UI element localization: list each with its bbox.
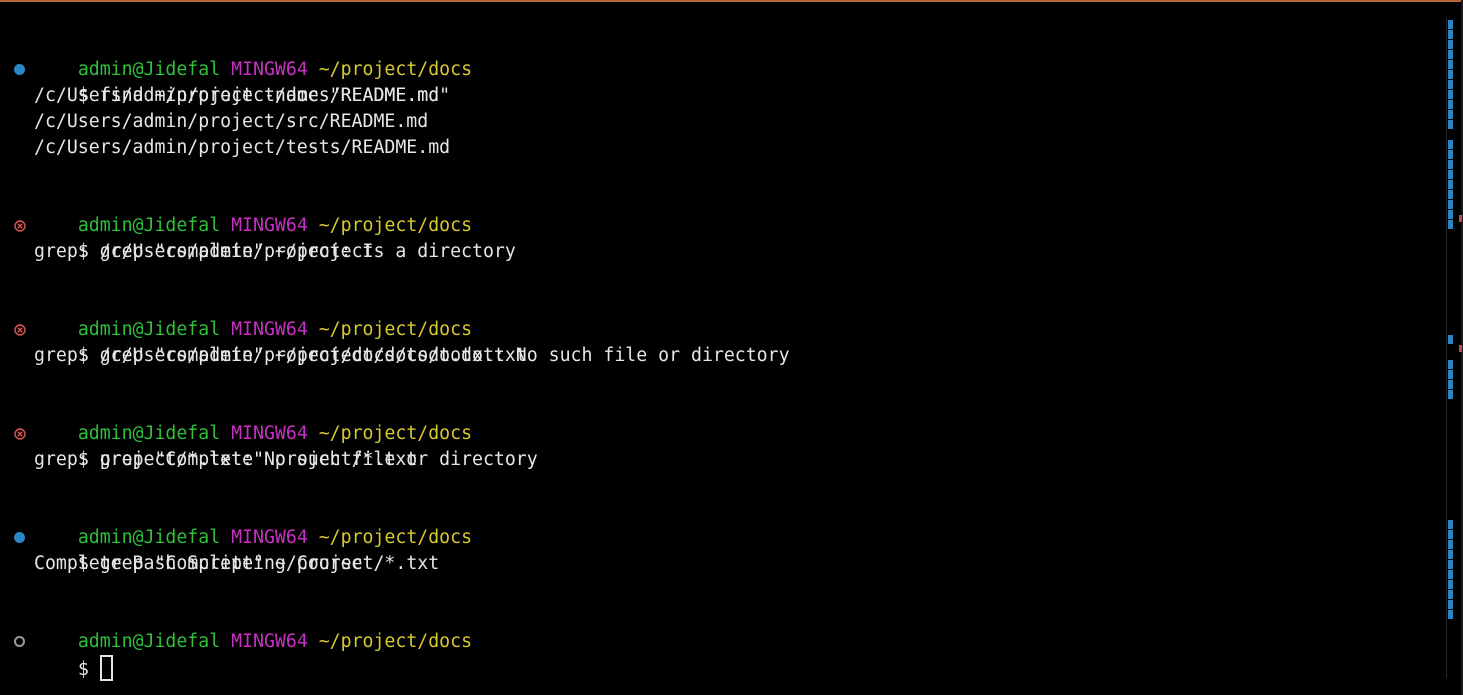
scrollbar-mark xyxy=(1448,335,1453,344)
command-line: $ grep "Complete" project/*.txt xyxy=(0,421,1445,470)
scrollbar-mark xyxy=(1448,100,1453,109)
output-line: /c/Users/admin/project/docs/README.md xyxy=(34,85,440,106)
scrollbar-mark xyxy=(1448,220,1453,229)
output-line: grep: /c/Users/admin/project: Is a direc… xyxy=(34,241,516,262)
scrollbar-mark xyxy=(1448,70,1453,79)
scrollbar-mark xyxy=(1448,600,1453,609)
output-line: /c/Users/admin/project/tests/README.md xyxy=(34,137,451,158)
command-error-marker-icon[interactable] xyxy=(14,324,26,336)
scrollbar-error-mark xyxy=(1459,215,1462,222)
scrollbar-mark xyxy=(1448,560,1453,569)
command-success-marker-icon[interactable] xyxy=(14,64,25,75)
scrollbar-mark xyxy=(1448,150,1453,159)
scrollbar-mark xyxy=(1448,170,1453,179)
scrollbar-mark xyxy=(1448,60,1453,69)
prompt-line: admin@Jidefal MINGW64 ~/project/docs xyxy=(0,31,1445,80)
output-line: grep: project/*.txt: No such file or dir… xyxy=(34,449,538,470)
terminal-output[interactable]: admin@Jidefal MINGW64 ~/project/docs $ f… xyxy=(0,31,1445,681)
scrollbar-mark xyxy=(1448,50,1453,59)
command-error-marker-icon[interactable] xyxy=(14,220,26,232)
scrollbar-mark xyxy=(1448,380,1453,389)
prompt-line: admin@Jidefal MINGW64 ~/project/docs xyxy=(0,499,1445,548)
scrollbar-mark xyxy=(1448,610,1453,619)
scrollbar-mark xyxy=(1448,90,1453,99)
scrollbar-mark xyxy=(1448,570,1453,579)
prompt-symbol: $ xyxy=(77,659,89,680)
scrollbar-mark xyxy=(1448,540,1453,549)
prompt-line: admin@Jidefal MINGW64 ~/project/docs xyxy=(0,291,1445,340)
scrollbar-mark xyxy=(1448,20,1453,29)
output-line: /c/Users/admin/project/src/README.md xyxy=(34,111,429,132)
scrollbar-mark xyxy=(1448,40,1453,49)
command-success-marker-icon[interactable] xyxy=(14,532,25,543)
command-line: $ find ~/project -name "README.md" xyxy=(0,57,1445,106)
prompt-line: admin@Jidefal MINGW64 ~/project/docs xyxy=(0,187,1445,236)
text-cursor xyxy=(99,655,113,681)
scrollbar-mark xyxy=(1448,80,1453,89)
scrollbar-mark xyxy=(1448,140,1453,149)
scrollbar-mark xyxy=(1448,210,1453,219)
scrollbar-mark xyxy=(1448,360,1453,369)
command-line: $ grep "complete" ~/project/docs/todo.tx… xyxy=(0,317,1445,366)
scrollbar-mark xyxy=(1448,390,1453,399)
scrollbar-mark xyxy=(1448,580,1453,589)
scrollbar-mark xyxy=(1448,370,1453,379)
output-line: grep: /c/Users/admin/project/docs/todo.t… xyxy=(34,345,790,366)
scrollbar-mark xyxy=(1448,550,1453,559)
scrollbar-mark xyxy=(1448,520,1453,529)
scrollbar-mark xyxy=(1448,200,1453,209)
current-command-line[interactable]: $ xyxy=(0,629,1445,681)
scrollbar-mark xyxy=(1448,180,1453,189)
scrollbar-mark xyxy=(1448,530,1453,539)
prompt-line: admin@Jidefal MINGW64 ~/project/docs xyxy=(0,603,1445,652)
command-line: $ grep "Complete" ~/project/*.txt xyxy=(0,525,1445,574)
scrollbar-mark xyxy=(1448,590,1453,599)
scrollbar-error-mark xyxy=(1459,345,1462,352)
command-error-marker-icon[interactable] xyxy=(14,428,26,440)
scrollbar-mark xyxy=(1448,160,1453,169)
scrollbar-mark xyxy=(1448,120,1453,129)
scrollbar-mark xyxy=(1448,30,1453,39)
window-top-border xyxy=(0,0,1463,2)
scrollbar-mark xyxy=(1448,190,1453,199)
scrollbar-mark xyxy=(1448,110,1453,119)
prompt-line: admin@Jidefal MINGW64 ~/project/docs xyxy=(0,395,1445,444)
command-line: $ grep "complete" ~/project xyxy=(0,213,1445,262)
output-line: Complete Bash Scripting Course xyxy=(34,553,363,574)
command-pending-marker-icon xyxy=(14,636,25,647)
